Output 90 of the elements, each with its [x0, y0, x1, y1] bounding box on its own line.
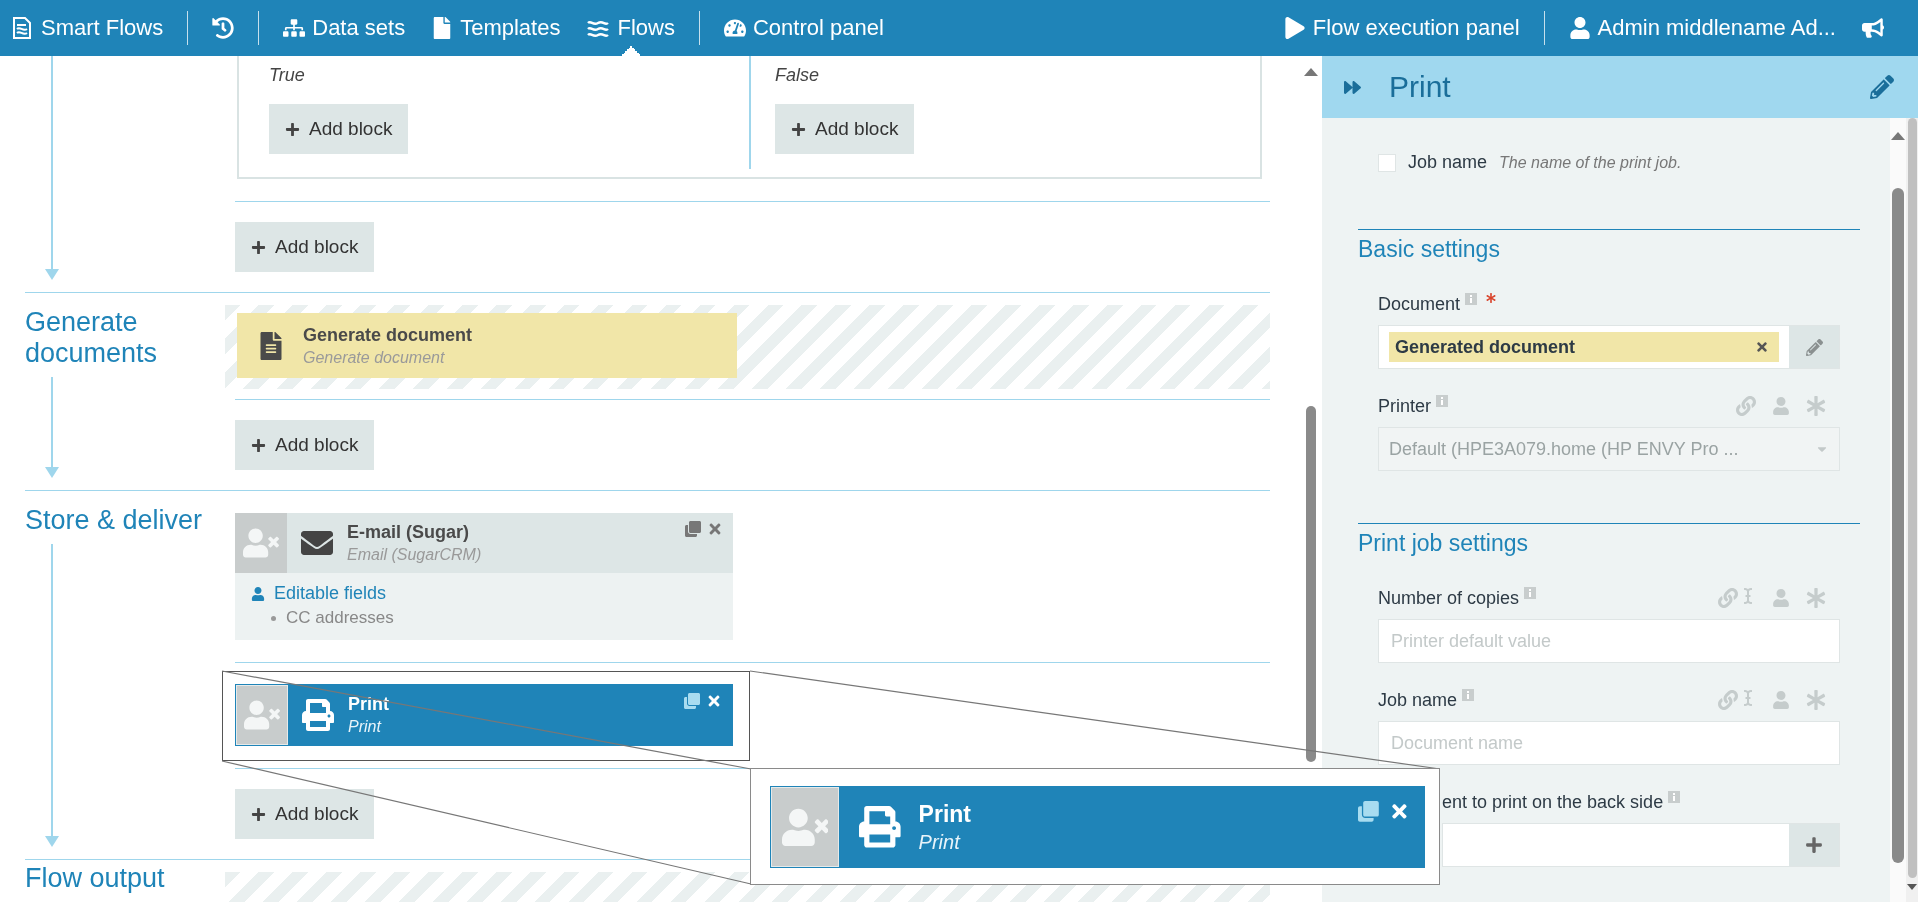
block-subtitle: Email (SugarCRM) [347, 546, 482, 564]
stage-title: Store & deliver [25, 504, 204, 537]
info-icon [1462, 689, 1475, 701]
plus-icon [251, 239, 266, 255]
editable-fields-label: Editable fields [274, 583, 387, 604]
panel-title: Print [1389, 70, 1452, 104]
checkbox[interactable] [1378, 153, 1396, 172]
add-block-button[interactable]: Add block [235, 420, 375, 470]
asterisk-icon[interactable] [1806, 588, 1826, 608]
user-icon[interactable] [1772, 589, 1790, 607]
add-block-button[interactable]: Add block [775, 104, 915, 154]
close-icon[interactable] [706, 693, 722, 709]
asterisk-icon[interactable] [1806, 690, 1826, 710]
add-button[interactable] [1789, 824, 1839, 866]
close-icon[interactable] [707, 521, 723, 537]
plus-icon [791, 121, 806, 137]
plus-icon [1805, 836, 1823, 854]
block-card[interactable]: Print Print [235, 684, 733, 746]
field-label: Job name [1378, 689, 1458, 711]
document-flow-icon [10, 16, 34, 40]
sitemap-icon [283, 17, 306, 39]
branch-label: False [775, 65, 820, 86]
plus-icon [251, 437, 266, 453]
block-title: Print [348, 694, 389, 715]
info-icon [1524, 587, 1537, 599]
info-icon [1436, 395, 1448, 407]
block-title: E-mail (Sugar) [347, 522, 471, 543]
section-title: Basic settings [1358, 236, 1501, 263]
pencil-icon [1805, 338, 1823, 356]
option-hint: The name of the print job. [1499, 153, 1682, 172]
nav-link[interactable]: Data sets [283, 0, 406, 56]
megaphone-icon [1862, 17, 1884, 39]
block-title: Generate document [303, 324, 473, 346]
block-subtitle: Generate document [303, 348, 446, 367]
printer-icon [302, 699, 334, 731]
collapse-icon[interactable] [1344, 78, 1361, 96]
required-icon [1486, 293, 1497, 303]
field-label: ent to print on the back side [1442, 791, 1664, 813]
block-subtitle: Print [348, 718, 383, 736]
add-block-button[interactable]: Add block [269, 104, 409, 154]
add-block-button[interactable]: Add block [235, 789, 375, 839]
brand-link[interactable]: Smart Flows [10, 0, 164, 56]
nav-link[interactable]: Control panel [723, 0, 884, 56]
field-label: Number of copies [1378, 587, 1520, 609]
branch-label: True [269, 65, 306, 86]
text-field[interactable]: Document name [1378, 721, 1840, 765]
nav-link[interactable]: Templates [431, 0, 561, 56]
info-icon [1668, 791, 1681, 803]
section-title: Print job settings [1358, 530, 1530, 557]
field-label: Document [1378, 293, 1461, 315]
document-list-field[interactable] [1442, 823, 1840, 867]
duplicate-icon[interactable] [684, 693, 700, 709]
magnified-block-card[interactable]: Print Print [770, 786, 1425, 868]
pencil-icon[interactable] [1870, 75, 1894, 99]
block-card[interactable]: Generate document Generate document [237, 313, 737, 378]
nav-link[interactable]: Flow execution panel [1283, 0, 1520, 56]
user-icon [251, 586, 265, 601]
gauge-icon [723, 17, 746, 39]
info-icon [1465, 293, 1478, 305]
bullet-icon [271, 615, 276, 621]
scrollbar-thumb[interactable] [1907, 118, 1917, 878]
user-icon [1568, 17, 1591, 39]
user-icon[interactable] [1772, 691, 1790, 709]
edit-button[interactable] [1789, 326, 1839, 368]
user-menu[interactable]: Admin middlename Ad... [1568, 0, 1836, 56]
field-label: Printer [1378, 395, 1431, 417]
add-block-button[interactable]: Add block [235, 222, 375, 272]
stage-title: Generate documents [25, 306, 159, 371]
duplicate-icon[interactable] [685, 521, 701, 537]
document-field[interactable]: Generated document [1378, 325, 1840, 369]
option-label: Job name [1408, 152, 1488, 173]
plus-icon [285, 121, 300, 137]
stage-title: Flow output [25, 862, 166, 895]
link-icon[interactable] [1718, 588, 1738, 608]
play-icon [1283, 17, 1306, 39]
remove-icon[interactable] [1755, 340, 1769, 354]
block-subtitle: Print [918, 830, 962, 854]
scrollbar-thumb[interactable] [1306, 406, 1316, 762]
block-title: Print [918, 800, 971, 828]
text-field[interactable]: Printer default value [1378, 619, 1840, 663]
link-icon[interactable] [1718, 690, 1738, 710]
editable-field-item: CC addresses [286, 608, 394, 628]
close-icon[interactable] [1389, 801, 1410, 822]
scrollbar-thumb[interactable] [1892, 188, 1904, 863]
printer-icon [859, 806, 901, 848]
plus-icon [251, 806, 266, 822]
duplicate-icon[interactable] [1358, 801, 1380, 822]
document-chip[interactable]: Generated document [1389, 332, 1779, 362]
scroll-down-icon[interactable] [1907, 884, 1917, 890]
clock-icon [212, 17, 235, 39]
